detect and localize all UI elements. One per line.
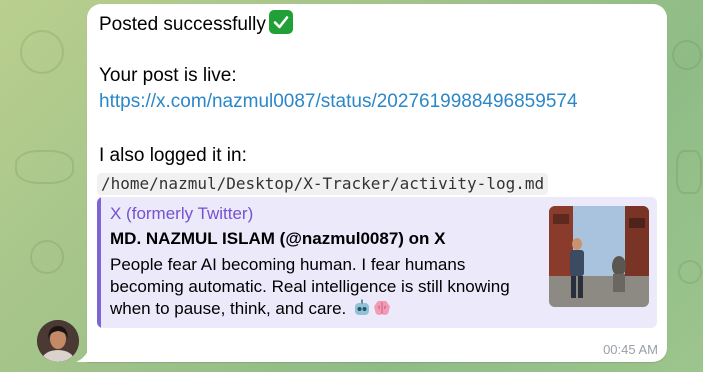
message-timestamp: 00:45 AM [603,342,658,357]
message-bubble: Posted successfully Your post is live: h… [87,4,667,362]
preview-site-name: X (formerly Twitter) [110,204,254,223]
preview-thumbnail[interactable] [549,206,649,307]
link-preview-card[interactable]: X (formerly Twitter) MD. NAZMUL ISLAM (@… [97,197,657,328]
preview-accent-bar [97,197,101,328]
check-mark-icon [268,10,293,34]
message-line-status: Posted successfully [99,10,293,38]
brain-icon [373,299,391,323]
message-line-live: Your post is live: [99,65,237,86]
sender-avatar[interactable] [37,320,79,362]
preview-description: People fear AI becoming human. I fear hu… [110,254,530,323]
post-link[interactable]: https://x.com/nazmul0087/status/20276199… [99,89,578,115]
message-line-logged: I also logged it in: [99,145,247,166]
robot-face-icon [353,299,371,323]
log-file-path[interactable]: /home/nazmul/Desktop/X-Tracker/activity-… [97,173,549,195]
preview-title: MD. NAZMUL ISLAM (@nazmul0087) on X [110,229,446,248]
